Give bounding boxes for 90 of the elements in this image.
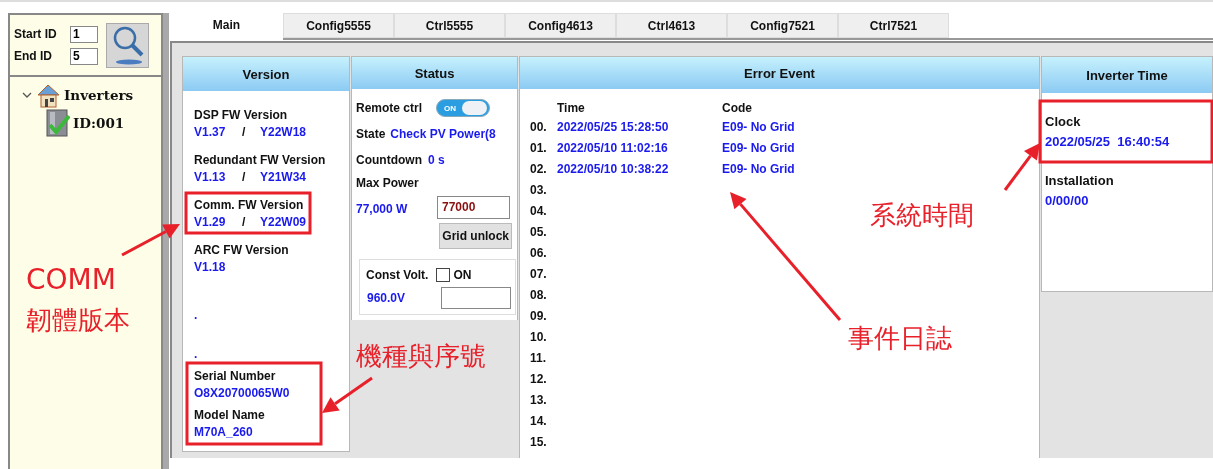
- event-time: 2022/05/25 15:28:50: [557, 119, 670, 134]
- version-value: V1.29: [194, 214, 227, 231]
- field-label: Max Power: [356, 176, 419, 190]
- event-code: E09- No Grid: [722, 140, 796, 155]
- field-label: ARC FW Version: [194, 242, 290, 259]
- arrow: [322, 376, 373, 413]
- house-icon: [35, 82, 61, 108]
- serial-value: O8X20700065W0: [194, 385, 291, 402]
- row-number: 00.: [530, 119, 548, 134]
- event-code: E09- No Grid: [722, 119, 796, 134]
- slash-separator: /: [242, 169, 247, 186]
- field-label: Clock: [1045, 113, 1082, 131]
- event-code: E09- No Grid: [722, 161, 796, 176]
- checkbox[interactable]: [436, 268, 451, 282]
- device-check-icon: [44, 108, 70, 138]
- annotation-label: 機種與序號: [356, 340, 486, 373]
- build-value: Y22W09: [260, 214, 307, 231]
- tab[interactable]: Config5555: [283, 13, 394, 38]
- row-number: 01.: [530, 140, 548, 155]
- voltage-value: 960.0V: [367, 291, 406, 305]
- row-number: 04.: [530, 203, 548, 218]
- field-label: Comm. FW Version: [194, 197, 305, 214]
- tree-item[interactable]: Inverters: [64, 87, 134, 103]
- tree-item[interactable]: ID:001: [73, 115, 125, 131]
- panel-header: Status: [352, 57, 517, 89]
- column-header: Time: [557, 100, 586, 115]
- row-number: 05.: [530, 224, 548, 239]
- tab[interactable]: Ctrl4613: [616, 13, 727, 38]
- slash-separator: /: [242, 214, 247, 231]
- annotation-label: 韌體版本: [26, 304, 130, 337]
- row-number: 08.: [530, 287, 548, 302]
- row-number: 13.: [530, 392, 548, 407]
- row-number: 15.: [530, 434, 548, 449]
- row-number: 03.: [530, 182, 548, 197]
- row-number: 06.: [530, 245, 548, 260]
- model-value: M70A_260: [194, 424, 254, 441]
- empty-value: .: [194, 308, 198, 322]
- field-label: Serial Number: [194, 368, 277, 385]
- field-label: Countdown: [356, 153, 422, 167]
- column-header: Code: [722, 100, 753, 115]
- build-value: Y21W34: [260, 169, 307, 186]
- annotation-label: COMM: [26, 262, 116, 298]
- clock-value: 2022/05/25 16:40:54: [1045, 133, 1171, 151]
- slash-separator: /: [242, 124, 247, 141]
- panel-header: Inverter Time: [1042, 57, 1212, 93]
- chevron-icon[interactable]: [22, 90, 32, 100]
- version-value: V1.37: [194, 124, 227, 141]
- event-time: 2022/05/10 11:02:16: [557, 140, 669, 155]
- arrow: [1003, 143, 1040, 191]
- voltage-field[interactable]: [441, 287, 511, 309]
- row-number: 14.: [530, 413, 548, 428]
- arrow: [121, 224, 180, 257]
- panel-header: Error Event: [520, 57, 1039, 89]
- event-time: 2022/05/10 10:38:22: [557, 161, 670, 176]
- field-label: End ID: [14, 49, 53, 63]
- row-number: 11.: [530, 350, 548, 365]
- checkbox-label: ON: [453, 268, 472, 282]
- field-label: Start ID: [14, 27, 58, 41]
- field-label: State: [356, 127, 386, 141]
- field-label: Model Name: [194, 407, 266, 424]
- tab[interactable]: Config7521: [727, 13, 838, 38]
- build-value: Y22W18: [260, 124, 307, 141]
- start-id-field[interactable]: 1: [70, 25, 98, 43]
- state-value: Check PV Power(8: [390, 127, 496, 141]
- field-label: Installation: [1045, 172, 1115, 190]
- version-value: V1.18: [194, 259, 227, 276]
- row-number: 07.: [530, 266, 548, 281]
- row-number: 02.: [530, 161, 548, 176]
- max-power-value: 77,000 W: [356, 201, 408, 216]
- row-number: 09.: [530, 308, 548, 323]
- end-id-field[interactable]: 5: [70, 47, 98, 65]
- annotation-label: 系統時間: [870, 199, 974, 232]
- field-label: Remote ctrl: [356, 101, 423, 115]
- row-number: 10.: [530, 329, 548, 344]
- annotation-label: 事件日誌: [848, 322, 952, 355]
- tab[interactable]: Config4613: [505, 13, 616, 38]
- tab[interactable]: Ctrl7521: [838, 13, 949, 38]
- field-label: Redundant FW Version: [194, 152, 327, 169]
- field-label: DSP FW Version: [194, 107, 289, 124]
- version-value: V1.13: [194, 169, 227, 186]
- tab[interactable]: Ctrl5555: [394, 13, 505, 38]
- panel-header: Version: [183, 57, 349, 91]
- empty-value: .: [194, 347, 198, 361]
- grid-unlock-button[interactable]: Grid unlock: [439, 223, 512, 249]
- max-power-field[interactable]: 77000: [437, 195, 510, 219]
- field-label: Const Volt.: [366, 268, 429, 282]
- countdown-value: 0 s: [428, 153, 445, 167]
- search-button[interactable]: [106, 22, 149, 68]
- installation-value: 0/00/00: [1045, 192, 1090, 210]
- row-number: 12.: [530, 371, 548, 386]
